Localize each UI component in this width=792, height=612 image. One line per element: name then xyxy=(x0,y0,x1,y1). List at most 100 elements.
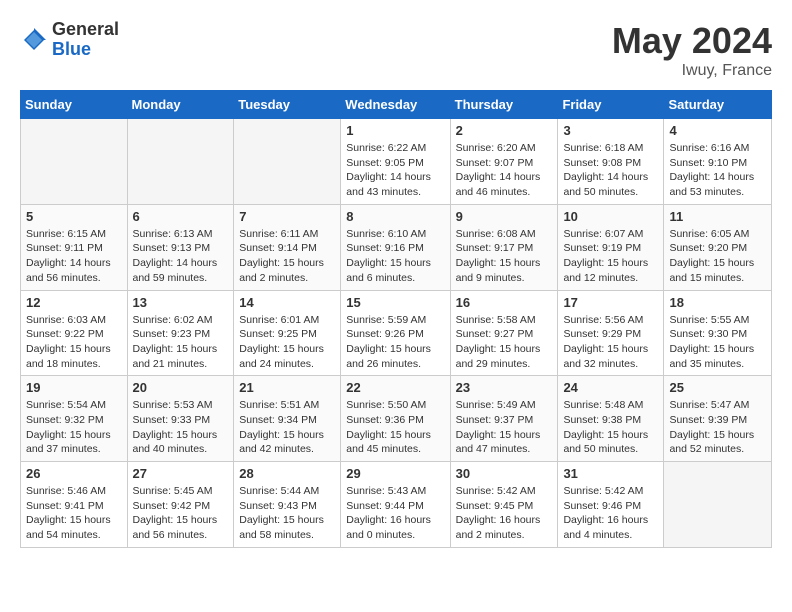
calendar-cell: 26 Sunrise: 5:46 AMSunset: 9:41 PMDayligh… xyxy=(21,462,128,548)
day-info: Sunrise: 6:10 AMSunset: 9:16 PMDaylight:… xyxy=(346,227,444,286)
day-number: 10 xyxy=(563,209,658,224)
col-header-thursday: Thursday xyxy=(450,91,558,119)
day-number: 30 xyxy=(456,466,553,481)
calendar-cell: 12 Sunrise: 6:03 AMSunset: 9:22 PMDayligh… xyxy=(21,290,128,376)
day-info: Sunrise: 5:46 AMSunset: 9:41 PMDaylight:… xyxy=(26,484,122,543)
day-info: Sunrise: 6:02 AMSunset: 9:23 PMDaylight:… xyxy=(133,313,229,372)
day-info: Sunrise: 5:58 AMSunset: 9:27 PMDaylight:… xyxy=(456,313,553,372)
logo-blue-text: Blue xyxy=(52,40,119,60)
month-title: May 2024 xyxy=(612,20,772,62)
calendar-cell: 25 Sunrise: 5:47 AMSunset: 9:39 PMDayligh… xyxy=(664,376,772,462)
day-number: 9 xyxy=(456,209,553,224)
calendar-cell: 20 Sunrise: 5:53 AMSunset: 9:33 PMDayligh… xyxy=(127,376,234,462)
calendar-cell: 31 Sunrise: 5:42 AMSunset: 9:46 PMDayligh… xyxy=(558,462,664,548)
day-number: 31 xyxy=(563,466,658,481)
day-number: 20 xyxy=(133,380,229,395)
calendar-week-row: 12 Sunrise: 6:03 AMSunset: 9:22 PMDayligh… xyxy=(21,290,772,376)
day-info: Sunrise: 5:43 AMSunset: 9:44 PMDaylight:… xyxy=(346,484,444,543)
day-number: 13 xyxy=(133,295,229,310)
calendar-cell: 24 Sunrise: 5:48 AMSunset: 9:38 PMDayligh… xyxy=(558,376,664,462)
calendar-cell: 6 Sunrise: 6:13 AMSunset: 9:13 PMDaylight… xyxy=(127,204,234,290)
calendar-week-row: 5 Sunrise: 6:15 AMSunset: 9:11 PMDaylight… xyxy=(21,204,772,290)
day-info: Sunrise: 5:50 AMSunset: 9:36 PMDaylight:… xyxy=(346,398,444,457)
day-info: Sunrise: 6:16 AMSunset: 9:10 PMDaylight:… xyxy=(669,141,766,200)
day-info: Sunrise: 6:22 AMSunset: 9:05 PMDaylight:… xyxy=(346,141,444,200)
calendar-cell: 9 Sunrise: 6:08 AMSunset: 9:17 PMDaylight… xyxy=(450,204,558,290)
calendar-cell: 29Sunrise: 5:43 AMSunset: 9:44 PMDayligh… xyxy=(341,462,450,548)
day-info: Sunrise: 6:07 AMSunset: 9:19 PMDaylight:… xyxy=(563,227,658,286)
col-header-wednesday: Wednesday xyxy=(341,91,450,119)
calendar-cell: 2 Sunrise: 6:20 AMSunset: 9:07 PMDaylight… xyxy=(450,119,558,205)
day-number: 16 xyxy=(456,295,553,310)
calendar-cell: 18Sunrise: 5:55 AMSunset: 9:30 PMDayligh… xyxy=(664,290,772,376)
day-number: 22 xyxy=(346,380,444,395)
day-info: Sunrise: 5:55 AMSunset: 9:30 PMDaylight:… xyxy=(669,313,766,372)
calendar-week-row: 1 Sunrise: 6:22 AMSunset: 9:05 PMDaylight… xyxy=(21,119,772,205)
day-info: Sunrise: 6:01 AMSunset: 9:25 PMDaylight:… xyxy=(239,313,335,372)
calendar-header-row: SundayMondayTuesdayWednesdayThursdayFrid… xyxy=(21,91,772,119)
day-number: 25 xyxy=(669,380,766,395)
calendar-cell: 23Sunrise: 5:49 AMSunset: 9:37 PMDayligh… xyxy=(450,376,558,462)
day-info: Sunrise: 5:48 AMSunset: 9:38 PMDaylight:… xyxy=(563,398,658,457)
day-info: Sunrise: 6:03 AMSunset: 9:22 PMDaylight:… xyxy=(26,313,122,372)
calendar-cell: 1 Sunrise: 6:22 AMSunset: 9:05 PMDaylight… xyxy=(341,119,450,205)
calendar-cell: 13 Sunrise: 6:02 AMSunset: 9:23 PMDayligh… xyxy=(127,290,234,376)
day-number: 2 xyxy=(456,123,553,138)
calendar-cell: 17Sunrise: 5:56 AMSunset: 9:29 PMDayligh… xyxy=(558,290,664,376)
calendar-cell: 3 Sunrise: 6:18 AMSunset: 9:08 PMDaylight… xyxy=(558,119,664,205)
day-number: 11 xyxy=(669,209,766,224)
day-info: Sunrise: 6:20 AMSunset: 9:07 PMDaylight:… xyxy=(456,141,553,200)
day-info: Sunrise: 6:08 AMSunset: 9:17 PMDaylight:… xyxy=(456,227,553,286)
day-info: Sunrise: 5:59 AMSunset: 9:26 PMDaylight:… xyxy=(346,313,444,372)
calendar-cell: 5 Sunrise: 6:15 AMSunset: 9:11 PMDaylight… xyxy=(21,204,128,290)
calendar-cell: 10 Sunrise: 6:07 AMSunset: 9:19 PMDayligh… xyxy=(558,204,664,290)
day-info: Sunrise: 6:13 AMSunset: 9:13 PMDaylight:… xyxy=(133,227,229,286)
day-info: Sunrise: 5:42 AMSunset: 9:46 PMDaylight:… xyxy=(563,484,658,543)
day-number: 1 xyxy=(346,123,444,138)
calendar-cell xyxy=(127,119,234,205)
calendar-cell: 19Sunrise: 5:54 AMSunset: 9:32 PMDayligh… xyxy=(21,376,128,462)
day-info: Sunrise: 5:53 AMSunset: 9:33 PMDaylight:… xyxy=(133,398,229,457)
calendar-table: SundayMondayTuesdayWednesdayThursdayFrid… xyxy=(20,90,772,548)
calendar-week-row: 19Sunrise: 5:54 AMSunset: 9:32 PMDayligh… xyxy=(21,376,772,462)
day-info: Sunrise: 5:45 AMSunset: 9:42 PMDaylight:… xyxy=(133,484,229,543)
calendar-cell: 27 Sunrise: 5:45 AMSunset: 9:42 PMDayligh… xyxy=(127,462,234,548)
day-info: Sunrise: 5:47 AMSunset: 9:39 PMDaylight:… xyxy=(669,398,766,457)
calendar-cell: 28 Sunrise: 5:44 AMSunset: 9:43 PMDayligh… xyxy=(234,462,341,548)
day-info: Sunrise: 5:56 AMSunset: 9:29 PMDaylight:… xyxy=(563,313,658,372)
logo: General Blue xyxy=(20,20,119,60)
calendar-cell: 14 Sunrise: 6:01 AMSunset: 9:25 PMDayligh… xyxy=(234,290,341,376)
day-info: Sunrise: 5:44 AMSunset: 9:43 PMDaylight:… xyxy=(239,484,335,543)
col-header-saturday: Saturday xyxy=(664,91,772,119)
calendar-week-row: 26 Sunrise: 5:46 AMSunset: 9:41 PMDayligh… xyxy=(21,462,772,548)
day-number: 24 xyxy=(563,380,658,395)
day-info: Sunrise: 6:05 AMSunset: 9:20 PMDaylight:… xyxy=(669,227,766,286)
day-number: 28 xyxy=(239,466,335,481)
location: Iwuy, France xyxy=(612,62,772,80)
logo-general-text: General xyxy=(52,20,119,40)
calendar-cell: 15 Sunrise: 5:59 AMSunset: 9:26 PMDayligh… xyxy=(341,290,450,376)
day-info: Sunrise: 6:18 AMSunset: 9:08 PMDaylight:… xyxy=(563,141,658,200)
day-number: 8 xyxy=(346,209,444,224)
day-number: 5 xyxy=(26,209,122,224)
day-number: 23 xyxy=(456,380,553,395)
logo-text: General Blue xyxy=(52,20,119,60)
day-info: Sunrise: 6:15 AMSunset: 9:11 PMDaylight:… xyxy=(26,227,122,286)
logo-icon xyxy=(20,26,48,54)
day-number: 14 xyxy=(239,295,335,310)
day-number: 26 xyxy=(26,466,122,481)
day-number: 15 xyxy=(346,295,444,310)
day-number: 12 xyxy=(26,295,122,310)
day-number: 3 xyxy=(563,123,658,138)
calendar-cell: 22 Sunrise: 5:50 AMSunset: 9:36 PMDayligh… xyxy=(341,376,450,462)
calendar-cell xyxy=(21,119,128,205)
col-header-friday: Friday xyxy=(558,91,664,119)
day-number: 27 xyxy=(133,466,229,481)
day-info: Sunrise: 5:42 AMSunset: 9:45 PMDaylight:… xyxy=(456,484,553,543)
col-header-sunday: Sunday xyxy=(21,91,128,119)
calendar-cell: 30 Sunrise: 5:42 AMSunset: 9:45 PMDayligh… xyxy=(450,462,558,548)
day-number: 4 xyxy=(669,123,766,138)
day-number: 6 xyxy=(133,209,229,224)
day-number: 19 xyxy=(26,380,122,395)
col-header-monday: Monday xyxy=(127,91,234,119)
